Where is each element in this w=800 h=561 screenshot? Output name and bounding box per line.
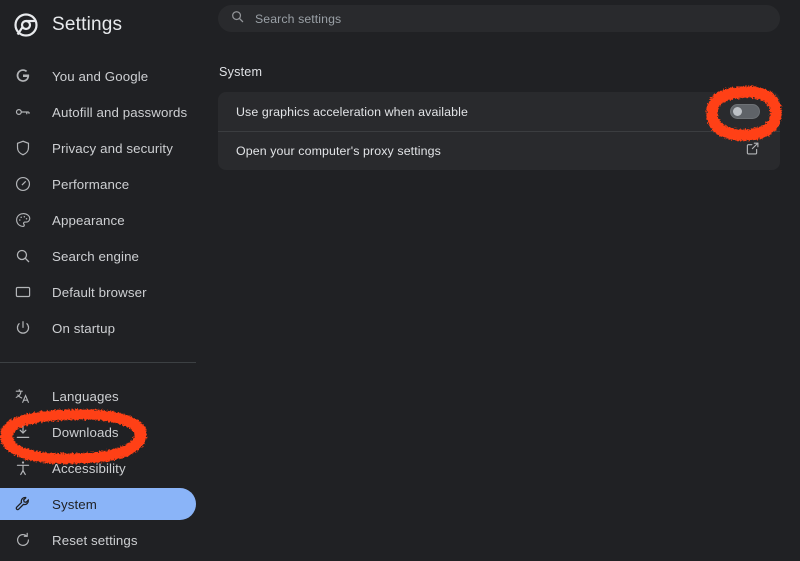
sidebar-item-label: Search engine — [52, 248, 140, 264]
settings-window: Settings You and Google Autofill and pas… — [0, 0, 800, 561]
sidebar-item-label: Performance — [52, 176, 130, 192]
sidebar-item-default-browser[interactable]: Default browser — [0, 276, 196, 308]
sidebar-item-label: System — [52, 496, 97, 512]
sidebar-item-languages[interactable]: Languages — [0, 380, 196, 412]
row-proxy-settings[interactable]: Open your computer's proxy settings — [218, 131, 780, 170]
row-graphics-acceleration[interactable]: Use graphics acceleration when available — [218, 92, 780, 131]
page-title: Settings — [52, 14, 123, 35]
sidebar-item-label: Privacy and security — [52, 140, 173, 156]
sidebar-item-autofill-and-passwords[interactable]: Autofill and passwords — [0, 96, 196, 128]
speedometer-icon — [14, 175, 32, 193]
section-heading-system: System — [219, 65, 263, 79]
row-label: Open your computer's proxy settings — [236, 144, 441, 158]
external-link-icon[interactable] — [745, 141, 760, 161]
sidebar-item-label: Languages — [52, 388, 119, 404]
key-icon — [14, 103, 32, 121]
sidebar-item-appearance[interactable]: Appearance — [0, 204, 196, 236]
sidebar: Settings You and Google Autofill and pas… — [0, 0, 210, 561]
sidebar-item-privacy-and-security[interactable]: Privacy and security — [0, 132, 196, 164]
translate-icon — [14, 387, 32, 405]
sidebar-item-label: Default browser — [52, 284, 147, 300]
wrench-icon — [14, 495, 32, 513]
window-icon — [14, 283, 32, 301]
search-settings-bar[interactable]: Search settings — [218, 5, 780, 32]
power-icon — [14, 319, 32, 337]
app-brand: Settings — [0, 2, 210, 48]
sidebar-item-label: Accessibility — [52, 460, 126, 476]
search-icon — [230, 9, 245, 29]
row-label: Use graphics acceleration when available — [236, 104, 468, 119]
magnifier-icon — [14, 247, 32, 265]
sidebar-item-reset-settings[interactable]: Reset settings — [0, 524, 196, 556]
sidebar-item-label: Downloads — [52, 424, 119, 440]
nav-group-spacer — [0, 556, 210, 561]
main-content: Search settings System Use graphics acce… — [210, 0, 800, 561]
google-g-icon — [14, 67, 32, 85]
search-input[interactable]: Search settings — [255, 12, 341, 26]
sidebar-item-performance[interactable]: Performance — [0, 168, 196, 200]
sidebar-item-search-engine[interactable]: Search engine — [0, 240, 196, 272]
shield-icon — [14, 139, 32, 157]
system-settings-card: Use graphics acceleration when available… — [218, 92, 780, 170]
accessibility-icon — [14, 459, 32, 477]
sidebar-item-label: Reset settings — [52, 532, 138, 548]
sidebar-item-you-and-google[interactable]: You and Google — [0, 60, 196, 92]
sidebar-item-label: Autofill and passwords — [52, 104, 188, 120]
download-icon — [14, 423, 32, 441]
toggle-knob — [733, 107, 742, 116]
sidebar-nav: You and Google Autofill and passwords Pr… — [0, 60, 210, 561]
sidebar-item-label: You and Google — [52, 68, 149, 84]
restore-icon — [14, 531, 32, 549]
sidebar-item-system[interactable]: System — [0, 488, 196, 520]
sidebar-item-label: Appearance — [52, 212, 125, 228]
graphics-acceleration-toggle[interactable] — [730, 104, 760, 119]
sidebar-item-downloads[interactable]: Downloads — [0, 416, 196, 448]
sidebar-item-on-startup[interactable]: On startup — [0, 312, 196, 344]
sidebar-item-accessibility[interactable]: Accessibility — [0, 452, 196, 484]
palette-icon — [14, 211, 32, 229]
chrome-logo-icon — [14, 13, 38, 37]
nav-group-spacer — [0, 344, 210, 362]
sidebar-item-label: On startup — [52, 320, 116, 336]
